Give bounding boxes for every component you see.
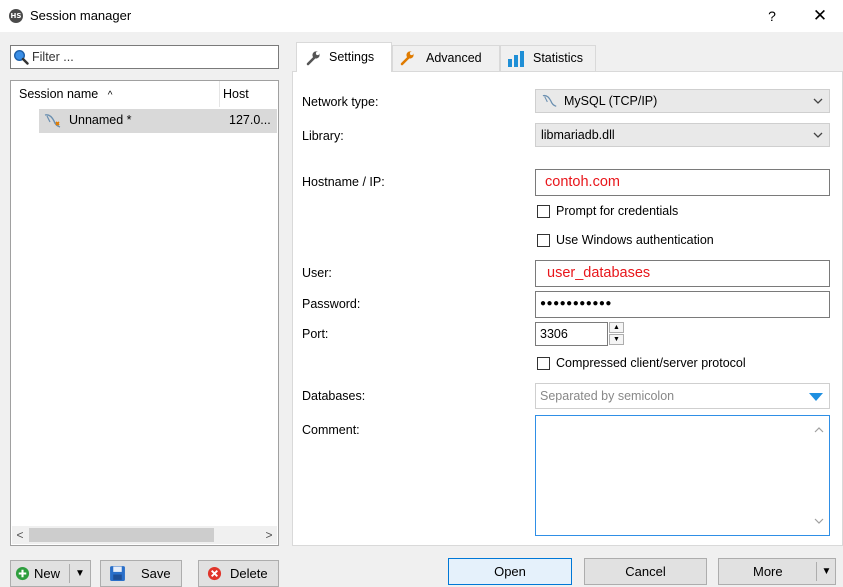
password-value: ●●●●●●●●●●●: [540, 298, 612, 309]
session-list[interactable]: Session name ^ Host Unnamed * 127.0... <…: [10, 80, 279, 546]
window-title: Session manager: [30, 8, 132, 23]
tab-statistics[interactable]: Statistics: [500, 45, 596, 71]
title-bar: HS Session manager ? ✕: [0, 0, 843, 32]
chevron-down-icon[interactable]: ▼: [71, 561, 89, 586]
tab-settings-label: Settings: [329, 50, 375, 64]
network-type-label: Network type:: [302, 95, 379, 109]
search-icon: [13, 49, 29, 65]
filter-placeholder: Filter ...: [32, 50, 74, 64]
network-type-select[interactable]: MySQL (TCP/IP): [535, 89, 830, 113]
more-button-label: More: [753, 564, 783, 579]
column-divider[interactable]: [219, 81, 220, 107]
hostname-value: contoh.com: [545, 174, 620, 190]
mysql-dolphin-icon: [542, 94, 557, 107]
session-name: Unnamed *: [69, 113, 132, 127]
prompt-credentials-checkbox[interactable]: [537, 205, 550, 218]
spin-down-icon[interactable]: ▼: [609, 334, 624, 345]
scroll-left-icon[interactable]: <: [12, 526, 28, 544]
dropdown-arrow-icon[interactable]: [808, 392, 824, 402]
bar-chart-icon: [508, 51, 524, 67]
user-value: user_databases: [547, 265, 651, 281]
comment-label: Comment:: [302, 423, 360, 437]
session-row[interactable]: Unnamed * 127.0...: [39, 109, 277, 133]
delete-button-label: Delete: [230, 566, 268, 581]
tab-settings[interactable]: Settings: [296, 42, 392, 72]
databases-label: Databases:: [302, 389, 366, 403]
password-label: Password:: [302, 297, 361, 311]
tab-advanced-label: Advanced: [426, 51, 482, 65]
session-host: 127.0...: [229, 113, 271, 127]
chevron-down-icon: [813, 98, 823, 104]
sort-ascending-icon: ^: [107, 90, 113, 101]
delete-button[interactable]: Delete: [198, 560, 279, 587]
tab-advanced[interactable]: Advanced: [392, 45, 500, 71]
horizontal-scrollbar[interactable]: < >: [12, 526, 277, 544]
comment-textarea[interactable]: [535, 415, 830, 536]
port-spin-buttons[interactable]: ▲ ▼: [609, 322, 624, 346]
chevron-down-icon: [813, 132, 823, 138]
new-button[interactable]: New ▼: [10, 560, 91, 587]
compressed-label: Compressed client/server protocol: [556, 356, 746, 370]
password-input[interactable]: ●●●●●●●●●●●: [535, 291, 830, 318]
app-icon: HS: [9, 9, 23, 23]
tab-statistics-label: Statistics: [533, 51, 584, 65]
port-value: 3306: [540, 327, 568, 341]
user-input[interactable]: user_databases: [535, 260, 830, 287]
hostname-input[interactable]: contoh.com: [535, 169, 830, 196]
port-stepper[interactable]: 3306: [535, 322, 608, 346]
scroll-up-icon[interactable]: [814, 426, 824, 433]
delete-icon: [207, 566, 222, 581]
filter-input[interactable]: Filter ...: [10, 45, 279, 69]
scrollbar-thumb[interactable]: [29, 528, 214, 542]
column-header-host[interactable]: Host: [223, 81, 249, 107]
spin-up-icon[interactable]: ▲: [609, 322, 624, 333]
help-button[interactable]: ?: [760, 5, 784, 27]
databases-placeholder: Separated by semicolon: [540, 389, 675, 403]
separator: [0, 32, 843, 40]
user-label: User:: [302, 266, 332, 280]
save-button[interactable]: Save: [100, 560, 182, 587]
network-type-value: MySQL (TCP/IP): [564, 94, 658, 108]
port-label: Port:: [302, 327, 329, 341]
windows-auth-label: Use Windows authentication: [556, 233, 714, 247]
split-divider: [69, 564, 70, 583]
databases-input[interactable]: Separated by semicolon: [535, 383, 830, 409]
library-select[interactable]: libmariadb.dll: [535, 123, 830, 147]
column-header-session-name[interactable]: Session name ^: [19, 81, 112, 107]
mysql-dolphin-icon: [44, 114, 61, 128]
chevron-down-icon[interactable]: ▼: [818, 559, 835, 584]
open-button[interactable]: Open: [448, 558, 572, 585]
split-divider: [816, 562, 817, 581]
column-header-label: Session name: [19, 87, 99, 101]
new-button-label: New: [34, 566, 61, 581]
close-button[interactable]: ✕: [808, 5, 832, 27]
scroll-right-icon[interactable]: >: [261, 526, 277, 544]
compressed-checkbox[interactable]: [537, 357, 550, 370]
save-button-label: Save: [141, 566, 171, 581]
wrench-icon: [306, 51, 320, 66]
hostname-label: Hostname / IP:: [302, 175, 385, 189]
wrench-orange-icon: [400, 51, 414, 66]
library-label: Library:: [302, 129, 344, 143]
more-button[interactable]: More ▼: [718, 558, 836, 585]
cancel-button[interactable]: Cancel: [584, 558, 707, 585]
plus-icon: [15, 566, 30, 581]
library-value: libmariadb.dll: [541, 128, 615, 142]
scroll-down-icon[interactable]: [814, 518, 824, 525]
windows-auth-checkbox[interactable]: [537, 234, 550, 247]
floppy-disk-icon: [110, 566, 125, 581]
prompt-credentials-label: Prompt for credentials: [556, 204, 679, 218]
